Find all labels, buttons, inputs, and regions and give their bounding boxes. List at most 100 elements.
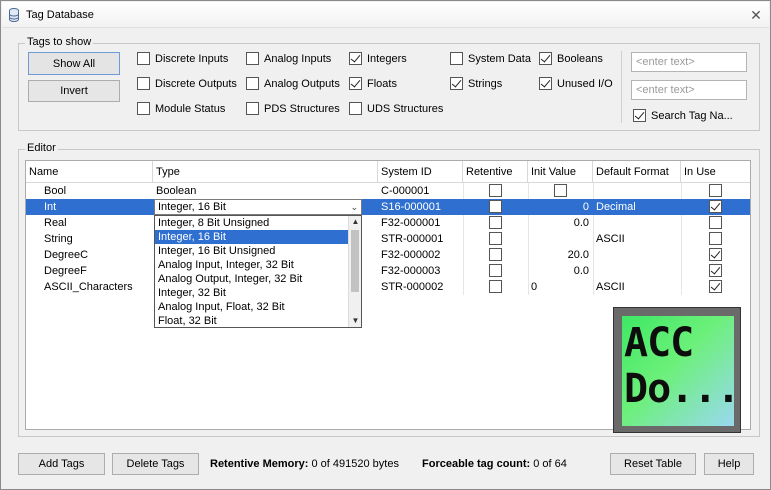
cell-name[interactable]: Int xyxy=(26,199,153,215)
cell-default-format[interactable]: ASCII xyxy=(593,231,681,247)
help-button[interactable]: Help xyxy=(704,453,754,475)
table-row[interactable]: Bool Boolean C-000001 xyxy=(26,183,750,199)
cell-init-value[interactable]: 20.0 xyxy=(528,247,593,263)
scroll-thumb[interactable] xyxy=(351,230,359,292)
checkbox-box[interactable] xyxy=(349,77,362,90)
dropdown-option[interactable]: Analog Input, Integer, 32 Bit xyxy=(155,258,348,272)
column-header-system-id[interactable]: System ID xyxy=(378,161,463,183)
add-tags-button[interactable]: Add Tags xyxy=(18,453,105,475)
checkbox-box[interactable] xyxy=(137,102,150,115)
dropdown-option[interactable]: Float, 32 Bit xyxy=(155,314,348,328)
checkbox-uds-structures[interactable]: UDS Structures xyxy=(349,102,443,115)
retentive-checkbox[interactable] xyxy=(489,264,502,277)
checkbox-system-data[interactable]: System Data xyxy=(450,52,531,65)
checkbox-pds-structures[interactable]: PDS Structures xyxy=(246,102,340,115)
table-row[interactable]: Int S16-000001 0 Decimal xyxy=(26,199,750,215)
cell-init-value[interactable]: 0.0 xyxy=(528,263,593,279)
cell-name[interactable]: Real xyxy=(26,215,153,231)
checkbox-search-tag-name[interactable]: Search Tag Na... xyxy=(633,109,733,122)
checkbox-analog-outputs[interactable]: Analog Outputs xyxy=(246,77,340,90)
cell-name[interactable]: String xyxy=(26,231,153,247)
dropdown-option[interactable]: Integer, 32 Bit xyxy=(155,286,348,300)
cell-init-value[interactable]: 0 xyxy=(528,279,593,295)
acc-docs-logo[interactable]: ACC Do... xyxy=(613,307,741,433)
cell-system-id[interactable]: S16-000001 xyxy=(378,199,463,215)
reset-table-button[interactable]: Reset Table xyxy=(610,453,696,475)
cell-system-id[interactable]: F32-000003 xyxy=(378,263,463,279)
checkbox-box[interactable] xyxy=(246,102,259,115)
delete-tags-button[interactable]: Delete Tags xyxy=(112,453,199,475)
dropdown-option[interactable]: Integer, 16 Bit xyxy=(155,230,348,244)
cell-name[interactable]: Bool xyxy=(26,183,153,199)
cell-name[interactable]: ASCII_Characters xyxy=(26,279,153,295)
checkbox-box[interactable] xyxy=(539,77,552,90)
checkbox-box[interactable] xyxy=(450,52,463,65)
checkbox-booleans[interactable]: Booleans xyxy=(539,52,603,65)
checkbox-module-status[interactable]: Module Status xyxy=(137,102,225,115)
type-dropdown-list[interactable]: Integer, 8 Bit Unsigned Integer, 16 Bit In… xyxy=(154,215,362,328)
cell-init-value[interactable]: 0 xyxy=(528,199,593,215)
checkbox-box[interactable] xyxy=(450,77,463,90)
checkbox-integers[interactable]: Integers xyxy=(349,52,407,65)
retentive-checkbox[interactable] xyxy=(489,280,502,293)
in-use-checkbox[interactable] xyxy=(709,264,722,277)
dropdown-option[interactable]: Analog Output, Integer, 32 Bit xyxy=(155,272,348,286)
cell-type[interactable]: Boolean xyxy=(153,183,378,199)
column-header-in-use[interactable]: In Use xyxy=(681,161,750,183)
retentive-checkbox[interactable] xyxy=(489,216,502,229)
checkbox-box[interactable] xyxy=(539,52,552,65)
column-header-name[interactable]: Name xyxy=(26,161,153,183)
checkbox-box[interactable] xyxy=(349,52,362,65)
filter-text-input-2[interactable]: <enter text> xyxy=(631,80,747,100)
checkbox-analog-inputs[interactable]: Analog Inputs xyxy=(246,52,331,65)
column-header-init-value[interactable]: Init Value xyxy=(528,161,593,183)
in-use-checkbox[interactable] xyxy=(709,280,722,293)
in-use-checkbox[interactable] xyxy=(709,184,722,197)
dropdown-option[interactable]: Integer, 8 Bit Unsigned xyxy=(155,216,348,230)
cell-init-value[interactable] xyxy=(528,231,593,247)
title-bar[interactable]: Tag Database ✕ xyxy=(2,2,769,28)
retentive-checkbox[interactable] xyxy=(489,232,502,245)
retentive-checkbox[interactable] xyxy=(489,248,502,261)
dropdown-option[interactable]: Integer, 16 Bit Unsigned xyxy=(155,244,348,258)
scroll-up-icon[interactable]: ▲ xyxy=(349,216,362,228)
checkbox-box[interactable] xyxy=(137,52,150,65)
init-value-checkbox[interactable] xyxy=(554,184,567,197)
in-use-checkbox[interactable] xyxy=(709,200,722,213)
cell-default-format[interactable] xyxy=(593,263,681,279)
retentive-checkbox[interactable] xyxy=(489,200,502,213)
cell-default-format[interactable] xyxy=(593,183,681,199)
close-button[interactable]: ✕ xyxy=(747,6,765,24)
cell-system-id[interactable]: F32-000002 xyxy=(378,247,463,263)
checkbox-unused-io[interactable]: Unused I/O xyxy=(539,77,613,90)
table-row[interactable]: ASCII_Characters STR-000002 0 ASCII xyxy=(26,279,750,295)
type-combobox[interactable]: Integer, 16 Bit ⌄ xyxy=(154,199,362,215)
checkbox-strings[interactable]: Strings xyxy=(450,77,502,90)
cell-name[interactable]: DegreeF xyxy=(26,263,153,279)
cell-init-value[interactable]: 0.0 xyxy=(528,215,593,231)
show-all-button[interactable]: Show All xyxy=(28,52,120,75)
invert-button[interactable]: Invert xyxy=(28,80,120,102)
checkbox-box[interactable] xyxy=(633,109,646,122)
table-row[interactable]: Real F32-000001 0.0 xyxy=(26,215,750,231)
cell-default-format[interactable]: Decimal xyxy=(593,199,681,215)
column-header-default-format[interactable]: Default Format xyxy=(593,161,681,183)
cell-name[interactable]: DegreeC xyxy=(26,247,153,263)
cell-system-id[interactable]: F32-000001 xyxy=(378,215,463,231)
cell-default-format[interactable] xyxy=(593,215,681,231)
cell-default-format[interactable]: ASCII xyxy=(593,279,681,295)
table-row[interactable]: DegreeC F32-000002 20.0 xyxy=(26,247,750,263)
checkbox-floats[interactable]: Floats xyxy=(349,77,397,90)
in-use-checkbox[interactable] xyxy=(709,216,722,229)
filter-text-input-1[interactable]: <enter text> xyxy=(631,52,747,72)
cell-system-id[interactable]: STR-000001 xyxy=(378,231,463,247)
checkbox-box[interactable] xyxy=(246,52,259,65)
in-use-checkbox[interactable] xyxy=(709,232,722,245)
cell-default-format[interactable] xyxy=(593,247,681,263)
retentive-checkbox[interactable] xyxy=(489,184,502,197)
scroll-down-icon[interactable]: ▼ xyxy=(349,315,362,327)
table-row[interactable]: DegreeF F32-000003 0.0 xyxy=(26,263,750,279)
column-header-retentive[interactable]: Retentive xyxy=(463,161,528,183)
checkbox-box[interactable] xyxy=(349,102,362,115)
dropdown-scrollbar[interactable]: ▲ ▼ xyxy=(348,216,361,327)
